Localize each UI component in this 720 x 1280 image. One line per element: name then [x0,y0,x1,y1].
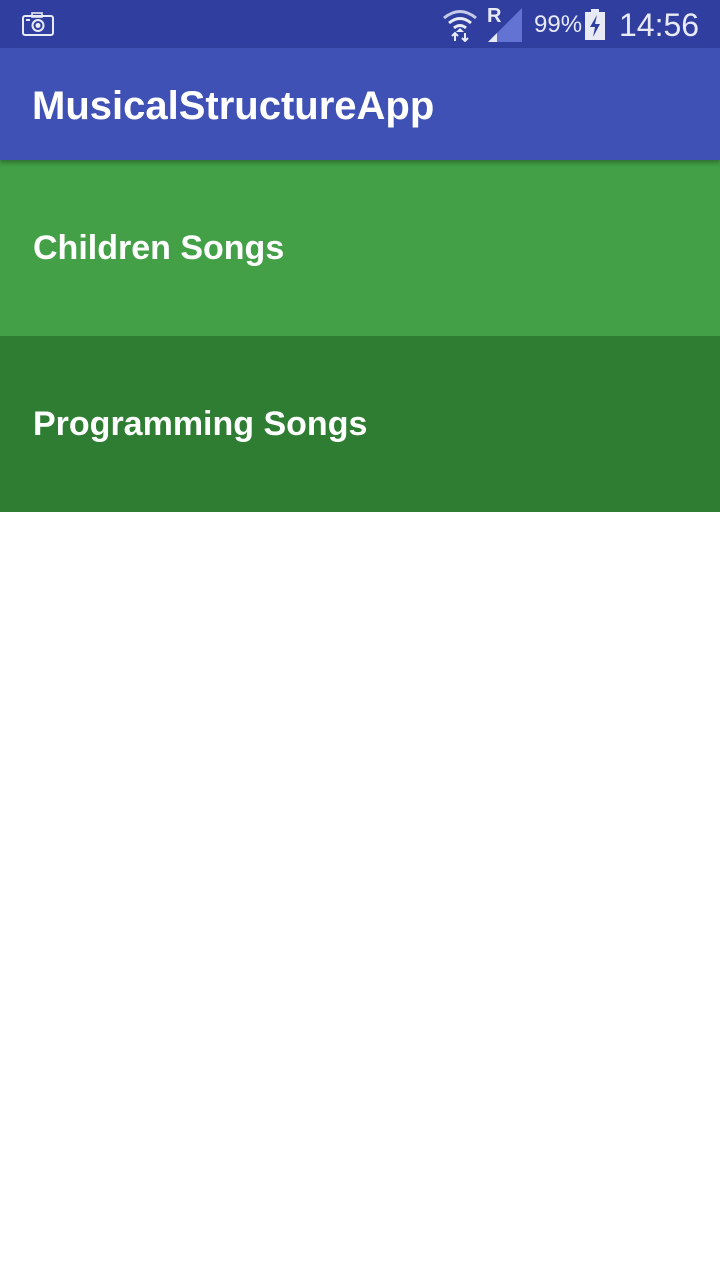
wifi-icon [443,10,477,42]
category-children-songs[interactable]: Children Songs [0,160,720,336]
empty-content-area [0,512,720,1280]
signal-icon [488,8,522,42]
category-programming-songs[interactable]: Programming Songs [0,336,720,512]
battery-percent: 99% [534,11,583,38]
screenshot-icon [22,12,54,36]
category-label: Programming Songs [33,404,368,443]
clock: 14:56 [619,7,700,43]
app-bar: MusicalStructureApp [0,48,720,160]
status-bar: R 99% 14:56 [0,0,720,48]
category-label: Children Songs [33,228,285,267]
category-list: Children Songs Programming Songs [0,160,720,512]
app-title: MusicalStructureApp [32,84,435,128]
battery-charging-icon [585,9,605,40]
